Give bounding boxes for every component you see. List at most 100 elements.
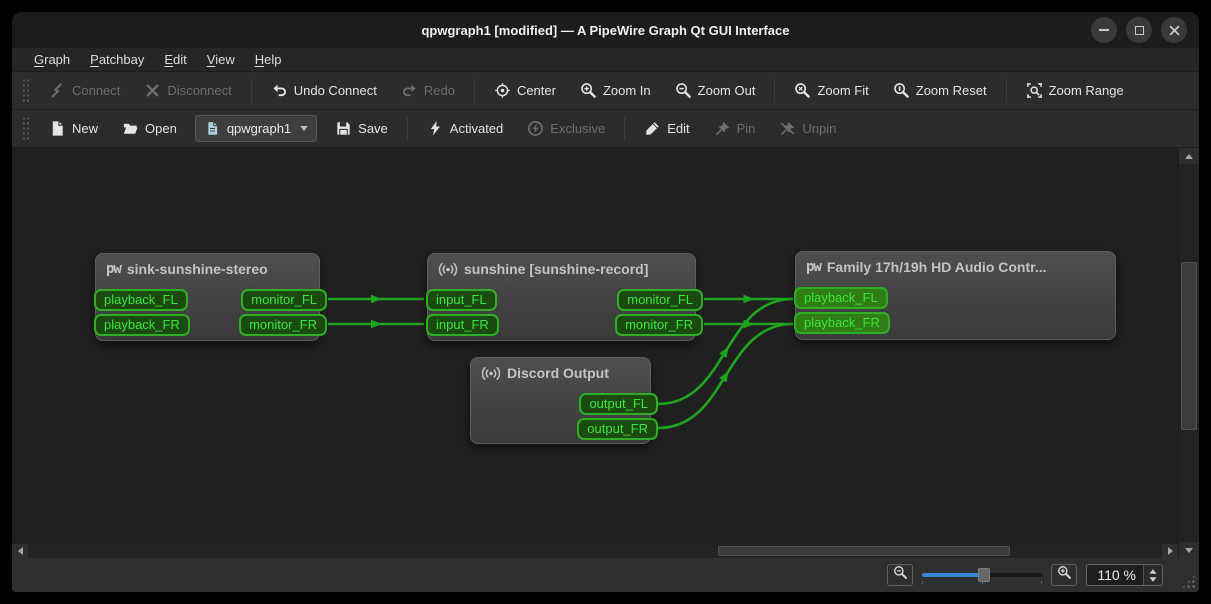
- arrow-up-icon: [1185, 154, 1193, 159]
- spin-down-icon: [1149, 577, 1156, 582]
- port-playback_FR[interactable]: playback_FR: [794, 312, 890, 334]
- menu-view[interactable]: View: [197, 50, 245, 69]
- zoom-out-button[interactable]: [887, 564, 913, 586]
- minimize-button[interactable]: [1091, 17, 1117, 43]
- redo-button[interactable]: Redo: [391, 77, 465, 104]
- port-input_FL[interactable]: input_FL: [426, 289, 497, 311]
- undo-connect-button[interactable]: Undo Connect: [261, 77, 387, 104]
- node-title: Discord Output: [507, 365, 609, 381]
- menu-patchbay[interactable]: Patchbay: [80, 50, 154, 69]
- titlebar[interactable]: qpwgraph1 [modified] — A PipeWire Graph …: [12, 12, 1199, 48]
- graph-canvas[interactable]: pwsink-sunshine-stereoplayback_FLplaybac…: [12, 148, 1178, 543]
- open-button[interactable]: Open: [112, 115, 187, 142]
- save-button[interactable]: Save: [325, 115, 398, 142]
- edit-icon: [644, 120, 661, 137]
- vertical-scrollbar-thumb[interactable]: [1181, 262, 1197, 430]
- slider-tick: [1041, 581, 1042, 584]
- chevron-down-icon: [300, 126, 308, 131]
- unpin-button[interactable]: Unpin: [769, 115, 846, 142]
- port-output_FL[interactable]: output_FL: [579, 393, 658, 415]
- arrow-right-icon: [1168, 547, 1173, 555]
- node-header: pwsink-sunshine-stereo: [96, 254, 319, 284]
- patchbay-file-icon: [204, 120, 221, 137]
- resize-grip[interactable]: [1181, 574, 1196, 589]
- node-sink-sunshine-stereo[interactable]: pwsink-sunshine-stereo playback_FLplaybac…: [95, 253, 320, 341]
- connect-icon: [49, 82, 66, 99]
- zoom-slider[interactable]: [922, 565, 1042, 585]
- zoom-spinbox[interactable]: 110 %: [1086, 564, 1163, 586]
- edit-button[interactable]: Edit: [634, 115, 699, 142]
- arrow-down-icon: [1185, 548, 1193, 553]
- port-output_FR[interactable]: output_FR: [577, 418, 658, 440]
- disconnect-button[interactable]: Disconnect: [134, 77, 241, 104]
- maximize-icon: [1135, 26, 1144, 35]
- toolbar-separator: [774, 79, 775, 103]
- zoom-in-icon: [580, 82, 597, 99]
- menu-graph[interactable]: Graph: [24, 50, 80, 69]
- connect-button[interactable]: Connect: [39, 77, 130, 104]
- horizontal-scrollbar[interactable]: [12, 543, 1178, 558]
- toolbar-separator: [1006, 79, 1007, 103]
- exclusive-button[interactable]: Exclusive: [517, 115, 615, 142]
- horizontal-scrollbar-thumb[interactable]: [718, 546, 1010, 556]
- activated-button[interactable]: Activated: [417, 115, 513, 142]
- node-family-hd-audio[interactable]: pw Family 17h/19h HD Audio Contr... playba…: [795, 251, 1116, 340]
- node-sunshine[interactable]: sunshine [sunshine-record]input_FLinput_…: [427, 253, 696, 341]
- toolbar-grip[interactable]: [22, 78, 29, 104]
- port-monitor_FR[interactable]: monitor_FR: [239, 314, 327, 336]
- zoom-reset-button[interactable]: Zoom Reset: [883, 77, 997, 104]
- connections-layer: [12, 148, 1178, 543]
- close-icon: [1169, 25, 1180, 36]
- node-discord-output[interactable]: Discord Outputoutput_FLoutput_FR: [470, 357, 651, 444]
- new-icon: [49, 120, 66, 137]
- pin-button[interactable]: Pin: [704, 115, 766, 142]
- close-button[interactable]: [1161, 17, 1187, 43]
- port-monitor_FR[interactable]: monitor_FR: [615, 314, 703, 336]
- menubar: GraphPatchbayEditViewHelp: [12, 48, 1199, 72]
- patchbay-select[interactable]: qpwgraph1: [195, 115, 317, 142]
- zoom-steppers[interactable]: [1143, 565, 1162, 585]
- statusbar: 110 %: [12, 558, 1199, 592]
- broadcast-icon: [438, 262, 458, 277]
- port-playback_FL[interactable]: playback_FL: [94, 289, 188, 311]
- exclusive-icon: [527, 120, 544, 137]
- slider-handle[interactable]: [978, 568, 990, 582]
- undo-icon: [271, 82, 288, 99]
- node-header: Discord Output: [471, 358, 650, 388]
- scroll-up-button[interactable]: [1179, 148, 1199, 164]
- pipewire-icon: pw: [806, 259, 821, 275]
- zoom-out-icon: [893, 565, 908, 585]
- node-header: pw Family 17h/19h HD Audio Contr...: [796, 252, 1115, 282]
- scroll-down-button[interactable]: [1179, 542, 1199, 558]
- maximize-button[interactable]: [1126, 17, 1152, 43]
- center-icon: [494, 82, 511, 99]
- horizontal-scrollbar-track[interactable]: [28, 544, 1162, 558]
- zoom-out-button[interactable]: Zoom Out: [665, 77, 766, 104]
- menu-edit[interactable]: Edit: [154, 50, 196, 69]
- zoom-range-button[interactable]: Zoom Range: [1016, 77, 1134, 104]
- port-playback_FR[interactable]: playback_FR: [94, 314, 190, 336]
- zoom-in-button[interactable]: [1051, 564, 1077, 586]
- port-playback_FL[interactable]: playback_FL: [794, 287, 888, 309]
- disconnect-icon: [144, 82, 161, 99]
- broadcast-icon: [481, 366, 501, 381]
- scroll-right-button[interactable]: [1162, 544, 1178, 558]
- slider-fill: [922, 573, 983, 577]
- center-button[interactable]: Center: [484, 77, 566, 104]
- window-controls: [1091, 17, 1187, 43]
- pipewire-icon: pw: [106, 261, 121, 277]
- port-input_FR[interactable]: input_FR: [426, 314, 499, 336]
- zoom-value: 110 %: [1087, 565, 1143, 585]
- menu-help[interactable]: Help: [245, 50, 292, 69]
- zoom-in-button[interactable]: Zoom In: [570, 77, 661, 104]
- port-monitor_FL[interactable]: monitor_FL: [617, 289, 703, 311]
- vertical-scrollbar-track[interactable]: [1179, 164, 1199, 542]
- toolbar-main: ConnectDisconnectUndo ConnectRedoCenterZ…: [12, 72, 1199, 110]
- zoom-fit-button[interactable]: Zoom Fit: [784, 77, 878, 104]
- port-monitor_FL[interactable]: monitor_FL: [241, 289, 327, 311]
- node-title: Family 17h/19h HD Audio Contr...: [827, 259, 1047, 275]
- toolbar-grip[interactable]: [22, 116, 29, 142]
- vertical-scrollbar[interactable]: [1178, 148, 1199, 558]
- new-button[interactable]: New: [39, 115, 108, 142]
- scroll-left-button[interactable]: [12, 544, 28, 558]
